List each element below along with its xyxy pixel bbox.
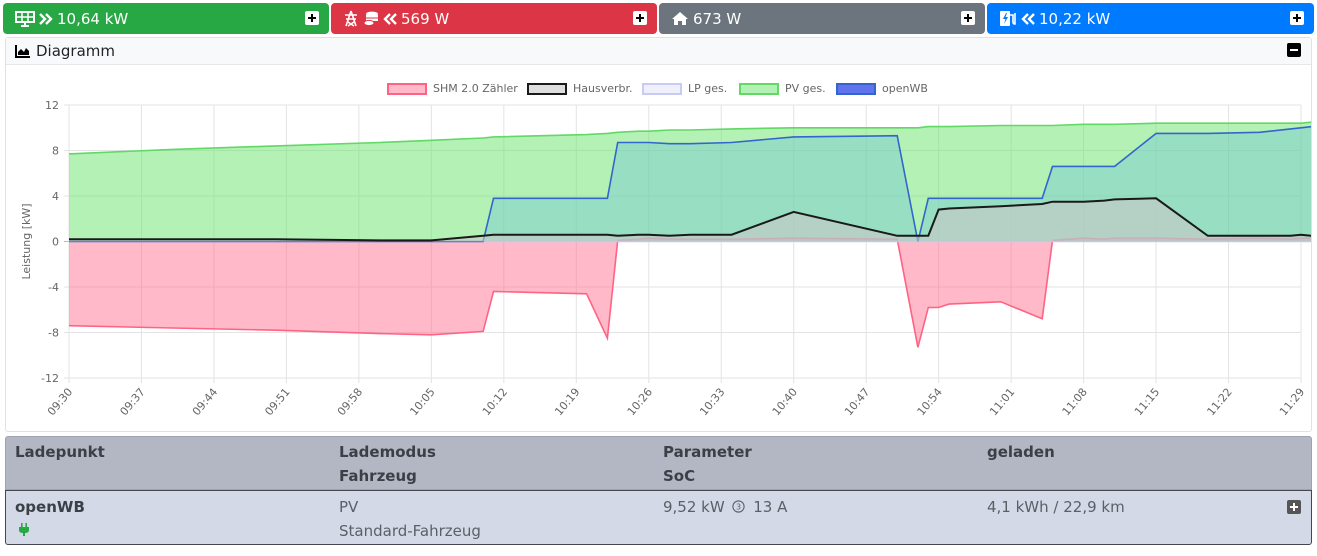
legend-item[interactable]: openWB <box>836 82 928 95</box>
expand-house-icon[interactable] <box>961 11 975 25</box>
x-tick-label: 11:08 <box>1060 386 1090 419</box>
x-tick-label: 11:01 <box>987 386 1017 419</box>
legend-swatch <box>642 82 682 95</box>
charged-energy: 4,1 kWh / 22,9 km <box>987 498 1125 516</box>
coins-icon <box>363 11 379 27</box>
house-power-value: 673 W <box>693 9 742 28</box>
x-tick-label: 09:37 <box>117 386 147 419</box>
legend-item[interactable]: SHM 2.0 Zähler <box>387 82 518 95</box>
x-tick-label: 10:47 <box>842 386 872 419</box>
x-tick-label: 10:19 <box>552 386 582 419</box>
x-tick-label: 11:29 <box>1277 386 1307 419</box>
y-tick-label: 4 <box>52 190 59 203</box>
mode-cell: PV Standard-Fahrzeug <box>339 495 481 543</box>
pv-power-value: 10,64 kW <box>57 9 129 28</box>
charge-tile[interactable]: 10,22 kW <box>987 3 1314 34</box>
charge-current: 13 A <box>753 498 788 516</box>
header-geladen: geladen <box>987 443 1055 461</box>
collapse-diagram-icon[interactable] <box>1287 43 1301 57</box>
series-area <box>69 238 1311 348</box>
parameter-cell: 9,52 kW 3 13 A <box>663 495 787 520</box>
chargepoint-name: openWB <box>15 498 85 516</box>
y-axis-label: Leistung [kW] <box>20 203 33 279</box>
double-chevron-left-icon <box>1021 12 1035 25</box>
x-tick-label: 09:58 <box>335 386 365 419</box>
legend-label: LP ges. <box>688 82 728 95</box>
charging-station-icon <box>999 10 1017 27</box>
charge-power: 9,52 kW <box>663 498 725 516</box>
plug-icon <box>19 519 85 543</box>
legend-label: openWB <box>882 82 928 95</box>
legend-swatch <box>387 82 427 95</box>
y-tick-label: -4 <box>48 281 59 294</box>
x-tick-label: 10:40 <box>770 386 800 419</box>
expand-pv-icon[interactable] <box>305 11 319 25</box>
x-tick-label: 10:26 <box>625 386 655 419</box>
legend-swatch <box>739 82 779 95</box>
area-chart-icon <box>15 44 31 58</box>
charge-mode: PV <box>339 498 359 516</box>
x-tick-label: 10:54 <box>915 386 945 419</box>
y-tick-label: -12 <box>41 372 59 385</box>
diagram-card: Diagramm SHM 2.0 Zähler Hausverbr. LP ges.… <box>5 37 1312 432</box>
legend-label: PV ges. <box>785 82 826 95</box>
pv-tile[interactable]: 10,64 kW <box>3 3 329 34</box>
y-tick-label: 8 <box>52 145 59 158</box>
charge-power-value: 10,22 kW <box>1039 9 1111 28</box>
chargepoint-row-openwb[interactable]: openWB PV Standard-Fahrzeug 9,52 kW 3 13… <box>5 490 1312 545</box>
house-tile[interactable]: 673 W <box>659 3 985 34</box>
x-tick-label: 11:15 <box>1132 386 1162 419</box>
legend-item[interactable]: PV ges. <box>739 82 826 95</box>
x-tick-label: 10:33 <box>697 386 727 419</box>
expand-grid-icon[interactable] <box>633 11 647 25</box>
legend-swatch <box>836 82 876 95</box>
diagram-header[interactable]: Diagramm <box>6 38 1311 65</box>
home-icon <box>671 11 689 26</box>
vehicle-name: Standard-Fahrzeug <box>339 522 481 540</box>
diagram-title: Diagramm <box>36 42 116 60</box>
x-tick-label: 09:30 <box>45 386 75 419</box>
status-tiles: 10,64 kW 569 W 673 W 10,22 kW <box>3 3 1314 34</box>
phase-count: 3 <box>736 502 741 511</box>
expand-charge-icon[interactable] <box>1290 11 1304 25</box>
chargepoint-table-header: Ladepunkt Lademodus Fahrzeug Parameter S… <box>5 436 1312 490</box>
expand-chargepoint-icon[interactable] <box>1287 500 1301 514</box>
y-tick-label: 0 <box>52 236 59 249</box>
chart-legend: SHM 2.0 Zähler Hausverbr. LP ges. PV ges. op… <box>6 82 1311 98</box>
legend-label: SHM 2.0 Zähler <box>433 82 518 95</box>
x-tick-label: 10:12 <box>480 386 510 419</box>
double-chevron-right-icon <box>39 12 53 25</box>
double-chevron-left-icon <box>383 12 397 25</box>
header-parameter: Parameter SoC <box>663 443 752 485</box>
x-tick-label: 09:51 <box>262 386 292 419</box>
legend-label: Hausverbr. <box>573 82 633 95</box>
power-tower-icon <box>343 10 359 27</box>
y-tick-label: 12 <box>45 99 59 112</box>
grid-tile[interactable]: 569 W <box>331 3 657 34</box>
grid-power-value: 569 W <box>401 9 450 28</box>
legend-item[interactable]: Hausverbr. <box>527 82 633 95</box>
legend-swatch <box>527 82 567 95</box>
charged-cell: 4,1 kWh / 22,9 km <box>987 495 1125 519</box>
phase-icon: 3 <box>732 496 746 520</box>
solar-panel-icon <box>15 10 35 27</box>
header-lademodus: Lademodus Fahrzeug <box>339 443 436 485</box>
y-tick-label: -8 <box>48 327 59 340</box>
legend-item[interactable]: LP ges. <box>642 82 727 95</box>
x-tick-label: 11:22 <box>1204 386 1234 419</box>
power-chart: 12 8 4 0 -4 -8 -1209:30 09:37 09:44 09:51 09:58 10:… <box>20 99 1311 419</box>
chargepoint-name-cell: openWB <box>15 495 85 543</box>
header-ladepunkt: Ladepunkt <box>15 443 105 461</box>
x-tick-label: 10:05 <box>407 386 437 419</box>
x-tick-label: 09:44 <box>190 386 220 419</box>
